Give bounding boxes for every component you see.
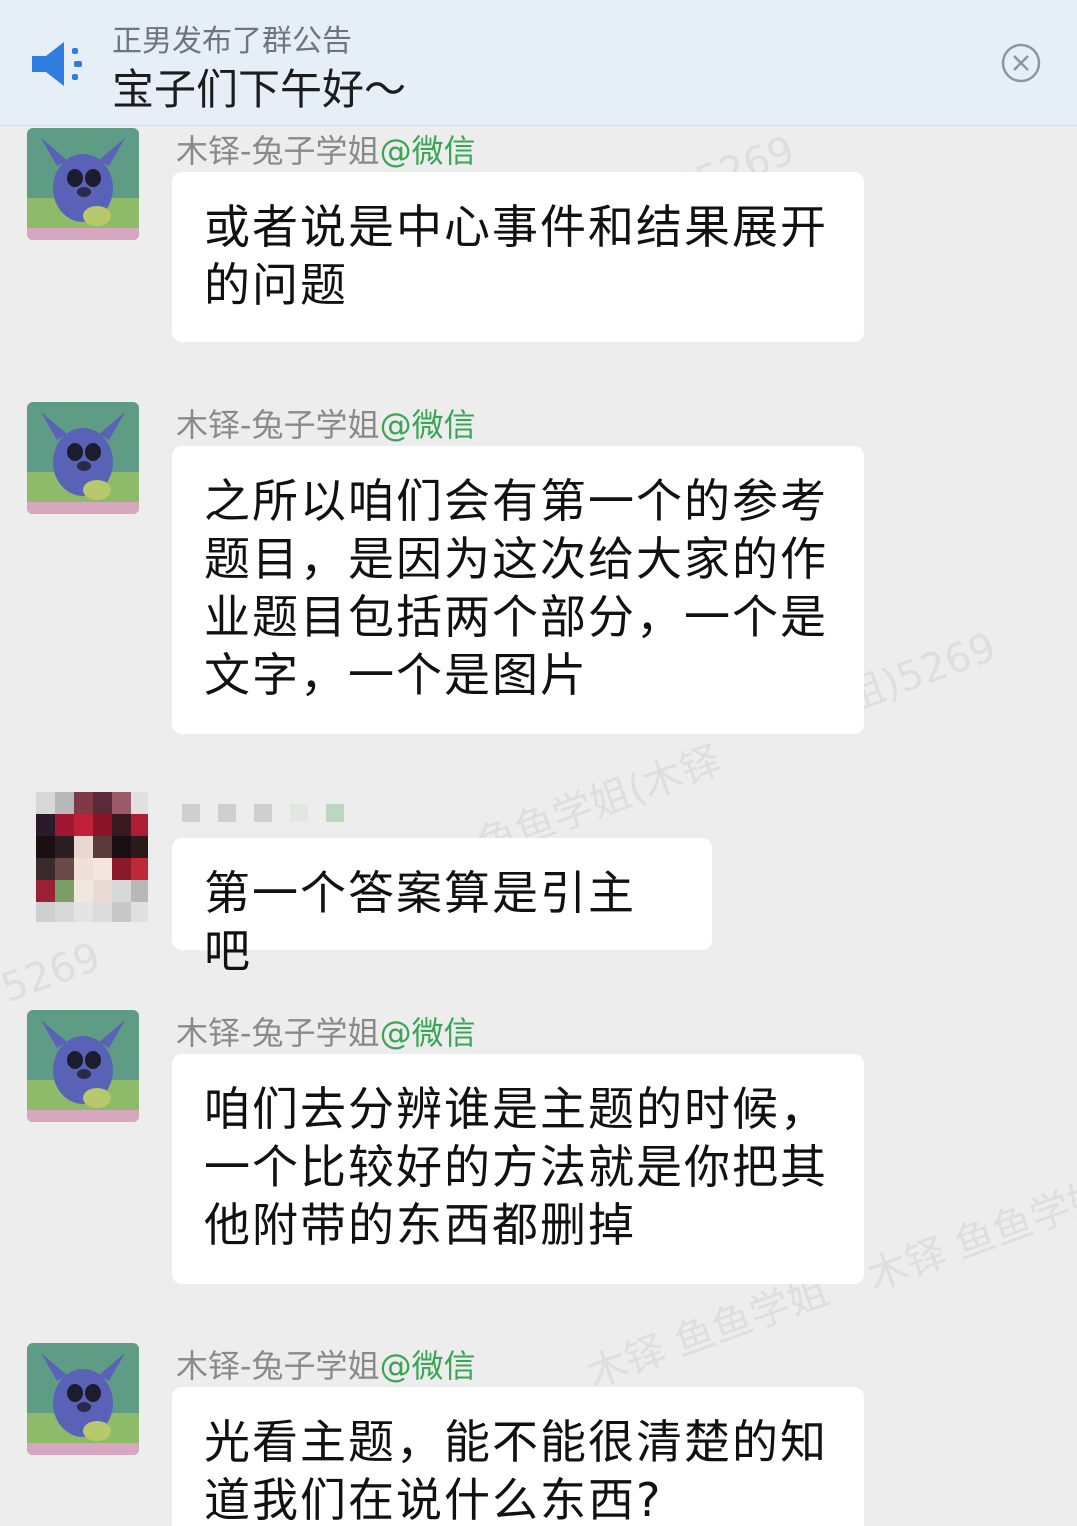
sender-source: @微信: [379, 1347, 476, 1385]
message-bubble[interactable]: 光看主题，能不能很清楚的知道我们在说什么东西?: [172, 1387, 864, 1526]
chat-message: 木铎-兔子学姐@微信 之所以咱们会有第一个的参考题目，是因为这次给大家的作业题目…: [0, 400, 1077, 740]
stitch-avatar-icon: [27, 402, 139, 514]
stitch-avatar-icon: [27, 1010, 139, 1122]
sender-nickname: 木铎-兔子学姐: [176, 132, 380, 170]
chat-message: 木铎-兔子学姐@微信 或者说是中心事件和结果展开的问题: [0, 126, 1077, 356]
message-text: 第一个答案算是引主吧: [204, 866, 636, 978]
chat-message: 木铎-兔子学姐@微信 光看主题，能不能很清楚的知道我们在说什么东西?: [0, 1341, 1077, 1526]
announcement-title: 宝子们下午好～: [112, 65, 407, 114]
sender-nickname: 木铎-兔子学姐: [176, 1347, 380, 1385]
message-text: 或者说是中心事件和结果展开的问题: [204, 200, 828, 312]
message-text: 咱们去分辨谁是主题的时候，一个比较好的方法就是你把其他附带的东西都删掉: [204, 1082, 828, 1252]
stitch-avatar-icon: [27, 1343, 139, 1455]
chat-screen: 学姐)5269 鱼鱼学姐(木铎 姐)5269 木铎 鱼鱼学姐 木铎 鱼鱼学姐) …: [0, 0, 1077, 1526]
message-bubble[interactable]: 或者说是中心事件和结果展开的问题: [172, 172, 864, 342]
avatar[interactable]: [27, 402, 139, 514]
sender-nickname: 木铎-兔子学姐: [176, 1014, 380, 1052]
speaker-icon: [32, 42, 82, 86]
avatar[interactable]: [27, 1343, 139, 1455]
message-text: 之所以咱们会有第一个的参考题目，是因为这次给大家的作业题目包括两个部分，一个是文…: [204, 474, 828, 702]
sender-name-blurred: [182, 804, 362, 826]
chat-message: 木铎-兔子学姐@微信 咱们去分辨谁是主题的时候，一个比较好的方法就是你把其他附带…: [0, 1008, 1077, 1298]
stitch-avatar-icon: [27, 128, 139, 240]
sender-name: 木铎-兔子学姐@微信: [176, 126, 476, 172]
group-announcement-banner[interactable]: 正男发布了群公告 宝子们下午好～: [0, 0, 1077, 126]
sender-nickname: 木铎-兔子学姐: [176, 406, 380, 444]
message-bubble[interactable]: 第一个答案算是引主吧: [172, 838, 712, 978]
message-text: 光看主题，能不能很清楚的知道我们在说什么东西?: [204, 1415, 828, 1526]
sender-source: @微信: [379, 132, 476, 170]
sender-name: 木铎-兔子学姐@微信: [176, 400, 476, 446]
message-bubble[interactable]: 之所以咱们会有第一个的参考题目，是因为这次给大家的作业题目包括两个部分，一个是文…: [172, 446, 864, 734]
sender-name: 木铎-兔子学姐@微信: [176, 1008, 476, 1054]
pixelated-avatar-icon: [36, 792, 148, 922]
avatar-blurred[interactable]: [36, 792, 148, 922]
chat-message: 第一个答案算是引主吧: [0, 790, 1077, 978]
close-icon[interactable]: [1000, 42, 1042, 84]
sender-source: @微信: [379, 406, 476, 444]
sender-name: 木铎-兔子学姐@微信: [176, 1341, 476, 1387]
announcement-subtitle: 正男发布了群公告: [112, 24, 352, 59]
avatar[interactable]: [27, 128, 139, 240]
avatar[interactable]: [27, 1010, 139, 1122]
message-bubble[interactable]: 咱们去分辨谁是主题的时候，一个比较好的方法就是你把其他附带的东西都删掉: [172, 1054, 864, 1284]
sender-source: @微信: [379, 1014, 476, 1052]
